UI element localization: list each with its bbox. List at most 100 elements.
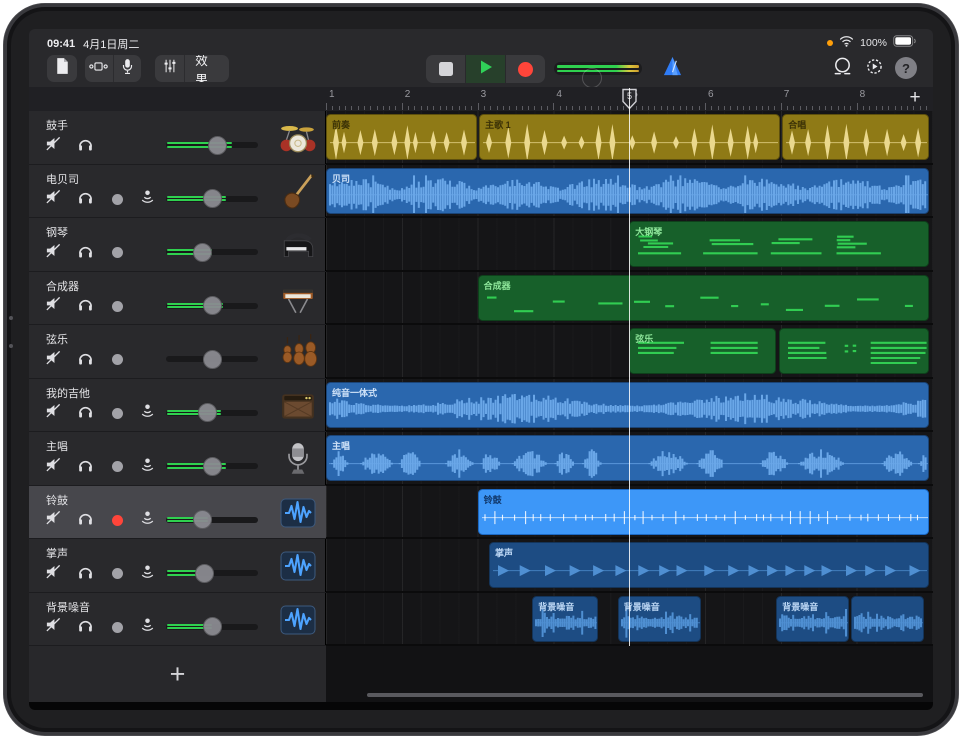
track-volume-slider[interactable] bbox=[166, 570, 258, 576]
volume-slider-knob[interactable] bbox=[203, 617, 222, 636]
track-header-7[interactable]: 主唱 bbox=[29, 432, 326, 486]
record-enable-button[interactable] bbox=[107, 457, 127, 476]
drums-instrument-icon[interactable] bbox=[278, 118, 318, 158]
track-volume-slider[interactable] bbox=[166, 624, 258, 630]
headphones-button[interactable] bbox=[75, 297, 95, 316]
horizontal-scrollbar[interactable] bbox=[367, 693, 923, 697]
record-button[interactable] bbox=[505, 55, 545, 83]
play-button[interactable] bbox=[465, 55, 505, 83]
region-弦乐[interactable]: 弦乐 bbox=[629, 328, 776, 374]
timeline-ruler[interactable]: + 123456785 bbox=[29, 87, 933, 112]
region-大钢琴[interactable]: 大钢琴 bbox=[629, 221, 929, 267]
track-volume-slider[interactable] bbox=[166, 142, 258, 148]
mute-button[interactable] bbox=[43, 243, 63, 262]
track-header-8[interactable]: 铃鼓 bbox=[29, 486, 326, 540]
track-header-10[interactable]: 背景噪音 bbox=[29, 593, 326, 647]
track-header-1[interactable]: 鼓手 bbox=[29, 111, 326, 165]
record-enable-button[interactable] bbox=[107, 564, 127, 583]
monitor-button[interactable] bbox=[137, 404, 157, 423]
region-背景噪音[interactable]: 背景噪音 bbox=[618, 596, 701, 642]
record-enable-button[interactable] bbox=[107, 404, 127, 423]
monitor-button[interactable] bbox=[137, 618, 157, 637]
volume-slider-knob[interactable] bbox=[203, 296, 222, 315]
waveform-instrument-icon[interactable] bbox=[278, 493, 318, 533]
loop-browser-button[interactable] bbox=[829, 56, 855, 82]
volume-slider-knob[interactable] bbox=[208, 136, 227, 155]
volume-slider-knob[interactable] bbox=[193, 510, 212, 529]
volume-slider-knob[interactable] bbox=[203, 350, 222, 369]
volume-slider-knob[interactable] bbox=[198, 403, 217, 422]
region-合成器[interactable]: 合成器 bbox=[478, 275, 930, 321]
metronome-button[interactable] bbox=[659, 56, 685, 82]
headphones-button[interactable] bbox=[75, 564, 95, 583]
record-enable-button[interactable] bbox=[107, 511, 127, 530]
headphones-button[interactable] bbox=[75, 511, 95, 530]
playhead-line[interactable] bbox=[629, 88, 631, 646]
track-volume-slider[interactable] bbox=[166, 196, 258, 202]
monitor-button[interactable] bbox=[137, 511, 157, 530]
record-enable-button[interactable] bbox=[107, 350, 127, 369]
add-track-button[interactable]: + bbox=[170, 661, 186, 688]
region-纯音一体式[interactable]: 纯音一体式 bbox=[326, 382, 929, 428]
region-untitled[interactable] bbox=[779, 328, 930, 374]
volume-slider-knob[interactable] bbox=[203, 189, 222, 208]
amp-instrument-icon[interactable] bbox=[278, 386, 318, 426]
track-volume-slider[interactable] bbox=[166, 410, 258, 416]
monitor-button[interactable] bbox=[137, 457, 157, 476]
mute-button[interactable] bbox=[43, 618, 63, 637]
mute-button[interactable] bbox=[43, 511, 63, 530]
track-header-9[interactable]: 掌声 bbox=[29, 539, 326, 593]
record-enable-button[interactable] bbox=[107, 618, 127, 637]
mute-button[interactable] bbox=[43, 350, 63, 369]
mute-button[interactable] bbox=[43, 564, 63, 583]
region-背景噪音[interactable]: 背景噪音 bbox=[532, 596, 598, 642]
region-前奏[interactable]: 前奏 bbox=[326, 114, 477, 160]
monitor-button[interactable] bbox=[137, 190, 157, 209]
monitor-button[interactable] bbox=[137, 564, 157, 583]
headphones-button[interactable] bbox=[75, 350, 95, 369]
track-header-6[interactable]: 我的吉他 bbox=[29, 379, 326, 433]
record-enable-button[interactable] bbox=[107, 190, 127, 209]
track-header-toggle-button[interactable] bbox=[85, 55, 113, 82]
headphones-button[interactable] bbox=[75, 404, 95, 423]
smart-controls-button[interactable] bbox=[155, 55, 184, 82]
track-volume-slider[interactable] bbox=[166, 463, 258, 469]
track-volume-slider[interactable] bbox=[166, 303, 258, 309]
track-volume-slider[interactable] bbox=[166, 249, 258, 255]
track-volume-slider[interactable] bbox=[166, 356, 258, 362]
region-铃鼓[interactable]: 铃鼓 bbox=[478, 489, 930, 535]
waveform-instrument-icon[interactable] bbox=[278, 600, 318, 640]
mute-button[interactable] bbox=[43, 136, 63, 155]
record-enable-button[interactable] bbox=[107, 297, 127, 316]
bass-instrument-icon[interactable] bbox=[278, 172, 318, 212]
track-header-2[interactable]: 电贝司 bbox=[29, 165, 326, 219]
mute-button[interactable] bbox=[43, 404, 63, 423]
mute-button[interactable] bbox=[43, 190, 63, 209]
track-header-4[interactable]: 合成器 bbox=[29, 272, 326, 326]
mute-button[interactable] bbox=[43, 457, 63, 476]
waveform-instrument-icon[interactable] bbox=[278, 546, 318, 586]
region-背景噪音[interactable]: 背景噪音 bbox=[776, 596, 849, 642]
add-loops-button[interactable]: + bbox=[905, 88, 925, 108]
my-songs-button[interactable] bbox=[47, 55, 77, 82]
input-settings-button[interactable] bbox=[113, 55, 142, 82]
headphones-button[interactable] bbox=[75, 243, 95, 262]
region-主唱[interactable]: 主唱 bbox=[326, 435, 929, 481]
volume-slider-knob[interactable] bbox=[195, 564, 214, 583]
headphones-button[interactable] bbox=[75, 190, 95, 209]
mic-instrument-icon[interactable] bbox=[278, 439, 318, 479]
headphones-button[interactable] bbox=[75, 618, 95, 637]
settings-button[interactable] bbox=[861, 56, 887, 82]
strings-instrument-icon[interactable] bbox=[278, 332, 318, 372]
track-volume-slider[interactable] bbox=[166, 517, 258, 523]
track-header-5[interactable]: 弦乐 bbox=[29, 325, 326, 379]
region-untitled[interactable] bbox=[851, 596, 925, 642]
headphones-button[interactable] bbox=[75, 136, 95, 155]
synth-instrument-icon[interactable] bbox=[278, 279, 318, 319]
headphones-button[interactable] bbox=[75, 457, 95, 476]
volume-slider-knob[interactable] bbox=[203, 457, 222, 476]
effects-button[interactable]: 效果 bbox=[184, 55, 229, 82]
piano-instrument-icon[interactable] bbox=[278, 225, 318, 265]
mute-button[interactable] bbox=[43, 297, 63, 316]
record-enable-button[interactable] bbox=[107, 243, 127, 262]
